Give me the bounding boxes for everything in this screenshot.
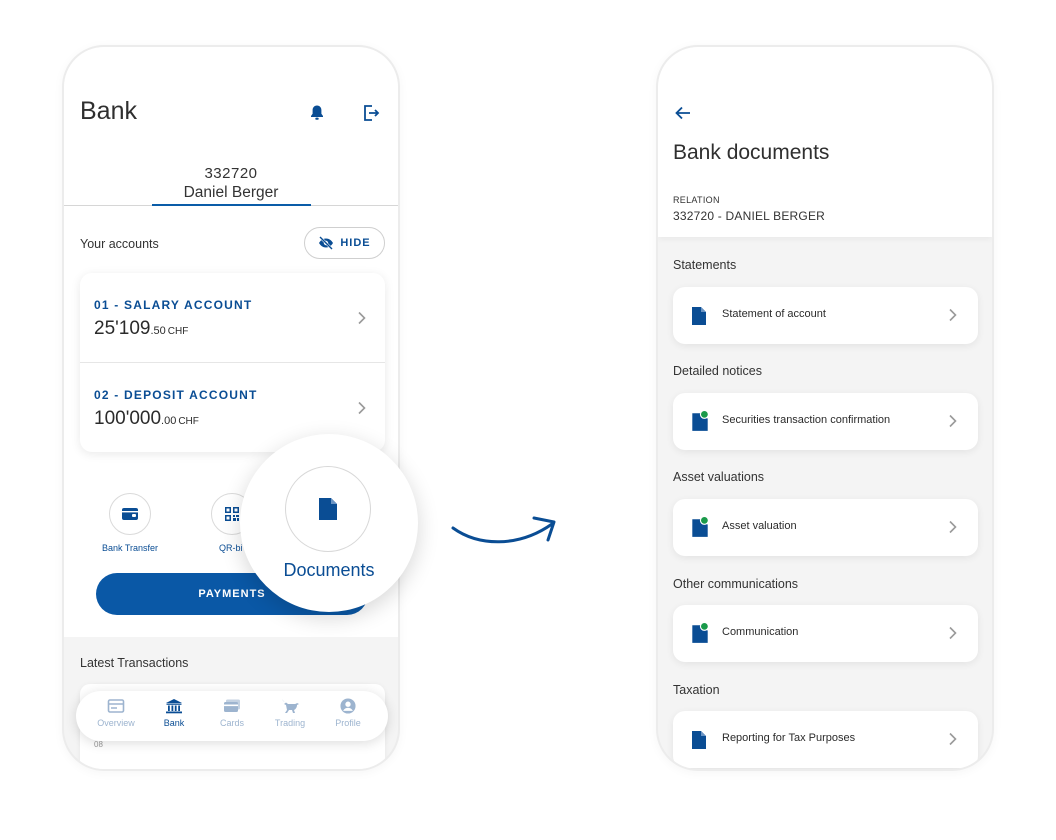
page-title: Bank — [80, 97, 137, 125]
tab-profile[interactable]: Profile — [320, 698, 376, 728]
section-title-statements: Statements — [673, 258, 737, 272]
tab-label: Profile — [335, 718, 361, 728]
account-name: 02 - DEPOSIT ACCOUNT — [94, 388, 258, 402]
document-badge-icon — [692, 622, 709, 643]
document-icon — [692, 731, 706, 749]
chevron-right-icon — [358, 401, 366, 415]
bell-icon[interactable] — [307, 103, 327, 123]
back-arrow-icon[interactable] — [674, 105, 692, 121]
balance-integer: 25'109 — [94, 318, 151, 339]
transaction-peek-text: 08 — [94, 740, 103, 749]
logout-icon[interactable] — [361, 103, 381, 123]
tab-bank[interactable]: Bank — [146, 698, 202, 728]
doc-item-label: Securities transaction confirmation — [722, 414, 891, 426]
section-title-detailed-notices: Detailed notices — [673, 364, 762, 378]
balance-integer: 100'000 — [94, 408, 162, 429]
overview-icon — [107, 699, 125, 713]
section-title-other-communications: Other communications — [673, 577, 799, 591]
documents-button[interactable] — [285, 466, 371, 552]
doc-item-communication[interactable]: Communication — [673, 605, 978, 662]
bottom-tab-bar: Overview Bank Cards Trading Profile — [76, 691, 388, 741]
arrow-right-icon — [451, 516, 556, 544]
doc-item-tax-reporting[interactable]: Reporting for Tax Purposes — [673, 711, 978, 768]
eye-off-icon — [319, 236, 334, 250]
tab-label: Trading — [274, 718, 306, 728]
account-row-salary[interactable]: 01 - SALARY ACCOUNT 25'109.50 CHF — [80, 273, 385, 362]
hide-button[interactable]: HIDE — [304, 227, 385, 259]
doc-item-securities-confirmation[interactable]: Securities transaction confirmation — [673, 393, 978, 450]
documents-label: Documents — [283, 560, 375, 580]
documents-zoom-bubble[interactable]: Documents — [240, 434, 418, 612]
bull-icon — [282, 699, 299, 713]
cards-icon — [224, 699, 240, 712]
tab-overview[interactable]: Overview — [88, 698, 144, 728]
chevron-right-icon — [949, 626, 957, 640]
doc-item-statement-of-account[interactable]: Statement of account — [673, 287, 978, 344]
chevron-right-icon — [949, 308, 957, 322]
doc-item-label: Asset valuation — [722, 520, 797, 532]
account-name: 01 - SALARY ACCOUNT — [94, 298, 253, 312]
chevron-right-icon — [949, 414, 957, 428]
doc-item-label: Statement of account — [722, 308, 826, 320]
balance-decimals: .50 — [150, 325, 166, 337]
page-title: Bank documents — [673, 141, 830, 164]
stage: Bank 332720 Daniel Berger Your accounts — [0, 0, 1056, 840]
hide-button-label: HIDE — [340, 237, 371, 249]
relation-value: 332720 - DANIEL BERGER — [673, 209, 826, 223]
bank-transfer-button[interactable] — [109, 493, 151, 535]
bank-transfer-label: Bank Transfer — [101, 543, 159, 553]
balance-decimals: .00 — [161, 415, 177, 427]
document-icon — [319, 498, 337, 520]
chevron-right-icon — [949, 732, 957, 746]
accounts-card: 01 - SALARY ACCOUNT 25'109.50 CHF 02 - DE… — [80, 273, 385, 452]
tab-trading[interactable]: Trading — [262, 698, 318, 728]
documents-header: Bank documents RELATION 332720 - DANIEL … — [658, 47, 992, 237]
doc-item-label: Communication — [722, 626, 799, 638]
section-title-taxation: Taxation — [673, 683, 720, 697]
wallet-icon — [122, 508, 138, 520]
bank-documents-screen: Bank documents RELATION 332720 - DANIEL … — [656, 45, 994, 771]
balance-currency: CHF — [167, 326, 189, 337]
document-icon — [692, 307, 706, 325]
chevron-right-icon — [358, 311, 366, 325]
account-balance: 25'109.50 CHF — [94, 318, 188, 340]
bank-icon — [166, 699, 182, 714]
balance-currency: CHF — [178, 416, 199, 427]
relation-label: RELATION — [673, 195, 720, 205]
tab-cards[interactable]: Cards — [204, 698, 260, 728]
tab-label: Bank — [163, 718, 185, 728]
latest-transactions-label: Latest Transactions — [80, 656, 189, 670]
section-title-asset-valuations: Asset valuations — [673, 470, 765, 484]
qr-code-icon — [225, 507, 239, 521]
relation-number: 332720 — [204, 165, 258, 182]
doc-item-asset-valuation[interactable]: Asset valuation — [673, 499, 978, 556]
relation-name[interactable]: Daniel Berger — [64, 184, 398, 202]
bank-screen: Bank 332720 Daniel Berger Your accounts — [62, 45, 400, 771]
document-badge-icon — [692, 410, 709, 431]
tab-label: Cards — [219, 718, 244, 728]
relation-tab-indicator — [152, 204, 311, 206]
account-balance: 100'000.00 CHF — [94, 408, 199, 430]
doc-item-label: Reporting for Tax Purposes — [722, 732, 856, 744]
profile-icon — [340, 698, 356, 714]
document-badge-icon — [692, 516, 709, 537]
chevron-right-icon — [949, 520, 957, 534]
your-accounts-label: Your accounts — [80, 237, 159, 251]
tab-label: Overview — [97, 718, 135, 728]
